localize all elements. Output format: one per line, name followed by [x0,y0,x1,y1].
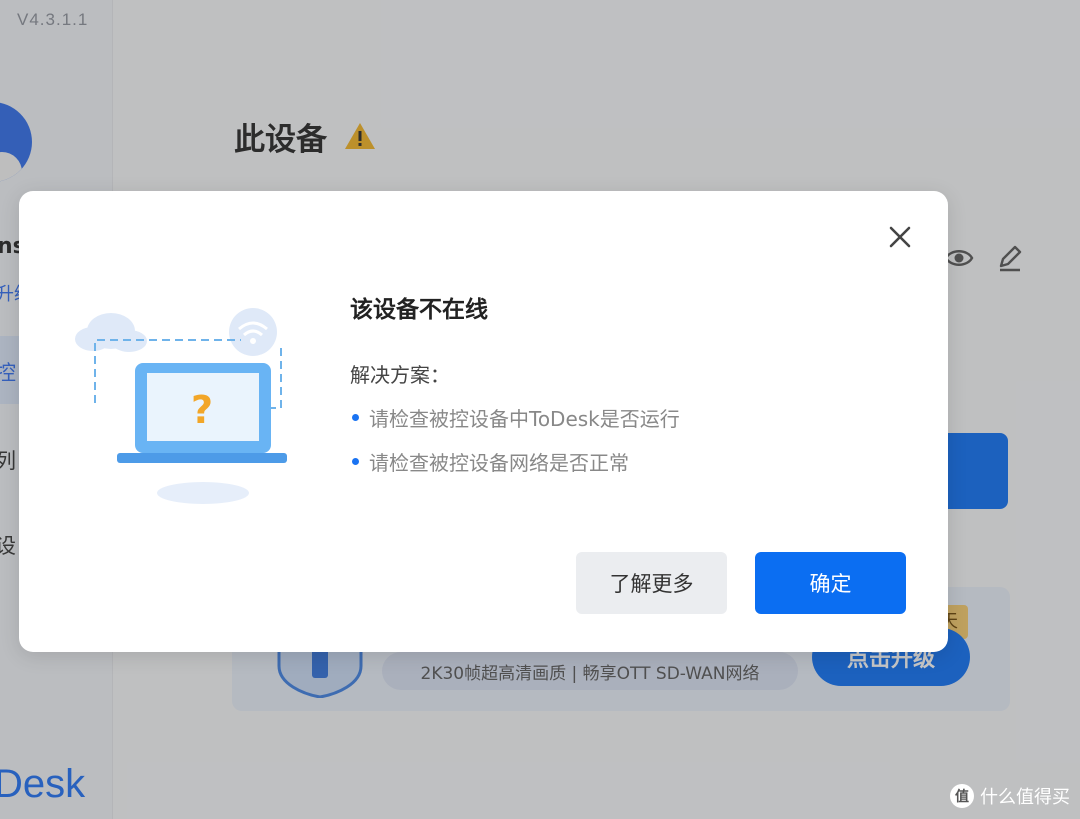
close-icon[interactable] [887,224,913,250]
bullet-dot [352,414,359,421]
watermark: 值 什么值得买 [950,783,1070,809]
list-item: 请检查被控设备中ToDesk是否运行 [350,403,680,432]
bullet-dot [352,458,359,465]
svg-text:?: ? [191,388,213,432]
dialog-title: 该设备不在线 [350,297,488,323]
confirm-button[interactable]: 确定 [755,552,906,614]
bullet-text: 请检查被控设备中ToDesk是否运行 [369,407,680,431]
device-offline-dialog: ? 该设备不在线 解决方案： 请检查被控设备中ToDesk是否运行 请检查被控设… [19,191,948,652]
watermark-logo-icon: 值 [950,784,974,808]
offline-laptop-illustration: ? [75,308,287,504]
watermark-text: 什么值得买 [980,787,1070,808]
learn-more-button[interactable]: 了解更多 [576,552,727,614]
bullet-text: 请检查被控设备网络是否正常 [369,451,629,475]
solution-label: 解决方案： [350,363,450,387]
list-item: 请检查被控设备网络是否正常 [350,447,629,476]
